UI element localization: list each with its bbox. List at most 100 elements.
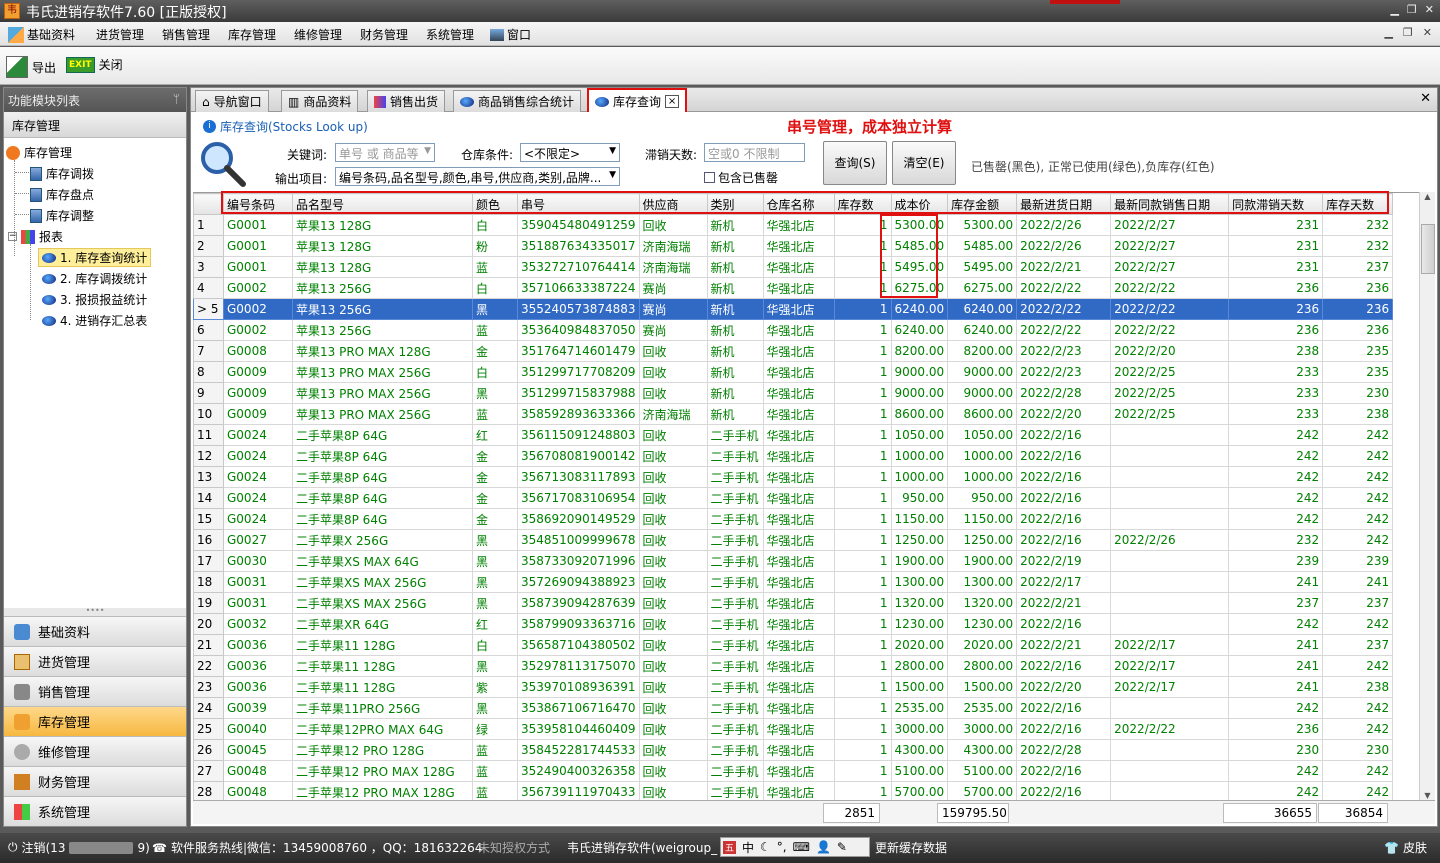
mdi-restore-button[interactable]: ❐ [1403, 26, 1413, 39]
scroll-thumb[interactable] [1421, 224, 1435, 274]
clear-button[interactable]: 清空(E) [892, 141, 956, 185]
query-button[interactable]: 查询(S) [823, 141, 887, 185]
ime-toolbar[interactable]: 五中 ☾ °, ⌨ 👤 ✎ [720, 837, 870, 857]
tree-item-stocktake[interactable]: 库存盘点 [30, 186, 94, 203]
menu-basic-data[interactable]: 基础资料 [8, 26, 75, 43]
menu-repair[interactable]: 维修管理 [294, 26, 342, 43]
table-row[interactable]: 1 G0001 苹果13 128G 白 359045480491259 回收 新机 华强北店 1… [193, 214, 1394, 236]
column-header[interactable]: 编号条码 [223, 193, 293, 215]
table-row[interactable]: 24 G0039 二手苹果11PRO 256G 黑 353867106716470 回收二… [193, 697, 1394, 719]
tab-navigation[interactable]: ⌂ 导航窗口 [195, 90, 269, 112]
menu-system[interactable]: 系统管理 [426, 26, 474, 43]
column-header[interactable]: 仓库名称 [762, 193, 835, 215]
table-row[interactable]: 11 G0024 二手苹果8P 64G 红 356115091248803 回收 二手手机华… [193, 424, 1394, 446]
table-row[interactable]: 21 G0036 二手苹果11 128G 白 356587104380502 回收 二手手机… [193, 634, 1394, 656]
column-header[interactable]: 类别 [706, 193, 764, 215]
table-row[interactable]: 13 G0024 二手苹果8P 64G 金 356713083117893 回收 二手手机华… [193, 466, 1394, 488]
skin-button[interactable]: 👕 皮肤 [1384, 839, 1427, 856]
tree-node-reports[interactable]: − 报表 [8, 228, 63, 245]
column-header[interactable]: 库存天数 [1322, 193, 1394, 215]
tab-stock-query[interactable]: 库存查询 × [587, 88, 688, 113]
menu-finance[interactable]: 财务管理 [360, 26, 408, 43]
tree-report-transfer[interactable]: 2. 库存调拨统计 [42, 270, 147, 287]
table-row[interactable]: 4 G0002 苹果13 256G 白 357106633387224 赛尚 新机 华强北店 1… [193, 277, 1394, 299]
tree-report-loss[interactable]: 3. 报损报益统计 [42, 291, 147, 308]
nav-sales[interactable]: 销售管理 [4, 676, 186, 706]
column-header[interactable]: 最新进货日期 [1016, 193, 1112, 215]
pin-icon[interactable]: ᛘ [173, 92, 180, 106]
nav-repair[interactable]: 维修管理 [4, 736, 186, 766]
logout-status[interactable]: ⏻ 注销(13 9) [8, 839, 150, 856]
column-header[interactable]: 最新同款销售日期 [1110, 193, 1230, 215]
table-row[interactable]: 2 G0001 苹果13 128G 粉 351887634335017 济南海瑞 新机 华强北… [193, 235, 1394, 257]
table-row[interactable]: 28 G0048 二手苹果12 PRO MAX 128G 蓝 3567391119704… [193, 781, 1394, 800]
table-cell: 1 [833, 634, 892, 656]
table-row[interactable]: 10 G0009 苹果13 PRO MAX 256G 蓝 358592893633366… [193, 403, 1394, 425]
table-row[interactable]: 9 G0009 苹果13 PRO MAX 256G 黑 351299715837988 回… [193, 382, 1394, 404]
table-row[interactable]: > 5 G0002 苹果13 256G 黑 355240573874883 赛尚 新机 华强北… [193, 298, 1394, 320]
table-row[interactable]: 7 G0008 苹果13 PRO MAX 128G 金 351764714601479 回… [193, 340, 1394, 362]
table-row[interactable]: 15 G0024 二手苹果8P 64G 金 358692090149529 回收 二手手机华… [193, 508, 1394, 530]
table-row[interactable]: 18 G0031 二手苹果XS MAX 256G 黑 357269094388923 回收… [193, 571, 1394, 593]
table-row[interactable]: 27 G0048 二手苹果12 PRO MAX 128G 蓝 3524904003263… [193, 760, 1394, 782]
column-header[interactable]: 库存数 [833, 193, 892, 215]
nav-finance[interactable]: 财务管理 [4, 766, 186, 796]
splitter-handle[interactable]: •••• [4, 607, 186, 616]
mdi-minimize-button[interactable]: ▁ [1384, 26, 1392, 39]
column-header[interactable]: 同款滞销天数 [1228, 193, 1324, 215]
close-button[interactable]: EXIT 关闭 [66, 56, 123, 73]
column-header[interactable]: 供应商 [638, 193, 708, 215]
tab-sales-out[interactable]: 销售出货 [367, 90, 446, 112]
restore-button[interactable]: ❐ [1407, 3, 1417, 16]
tree-report-stock-query[interactable]: 1. 库存查询统计 [38, 248, 152, 267]
nav-inventory[interactable]: 库存管理 [4, 706, 186, 736]
nav-system[interactable]: 系统管理 [4, 796, 186, 826]
column-header[interactable]: 成本价 [890, 193, 949, 215]
column-header[interactable]: 品名型号 [292, 193, 473, 215]
close-all-icon[interactable]: ✕ [1420, 91, 1431, 106]
minimize-button[interactable]: ▁ [1390, 3, 1398, 16]
tree-report-summary[interactable]: 4. 进销存汇总表 [42, 312, 147, 329]
checkbox-icon[interactable] [704, 172, 715, 183]
tree-item-transfer[interactable]: 库存调拨 [30, 165, 94, 182]
menu-window[interactable]: 窗口 [490, 26, 531, 43]
keyword-input[interactable]: 单号 或 商品等 ▼ [335, 143, 435, 162]
tab-product-info[interactable]: ▥ 商品资料 [281, 90, 359, 112]
vertical-scrollbar[interactable]: ▲ ▼ [1419, 192, 1435, 800]
menu-inventory[interactable]: 库存管理 [228, 26, 276, 43]
table-row[interactable]: 17 G0030 二手苹果XS MAX 64G 黑 358733092071996 回收二… [193, 550, 1394, 572]
menu-purchase[interactable]: 进货管理 [96, 26, 144, 43]
export-button[interactable]: 导出 [6, 56, 56, 78]
tree-root-inventory[interactable]: 库存管理 [6, 144, 72, 161]
nav-basic-data[interactable]: 基础资料 [4, 616, 186, 646]
warehouse-select[interactable]: <不限定> ▼ [520, 143, 620, 162]
column-header[interactable]: 颜色 [472, 193, 518, 215]
table-row[interactable]: 16 G0027 二手苹果X 256G 黑 354851009999678 回收 二手手机华… [193, 529, 1394, 551]
close-window-button[interactable]: ✕ [1425, 3, 1434, 16]
table-row[interactable]: 12 G0024 二手苹果8P 64G 金 356708081900142 回收 二手手机华… [193, 445, 1394, 467]
tab-sales-summary[interactable]: 商品销售综合统计 [453, 90, 582, 112]
column-header[interactable]: 串号 [517, 193, 640, 215]
tree-item-adjust[interactable]: 库存调整 [30, 207, 94, 224]
scroll-up-icon[interactable]: ▲ [1420, 192, 1435, 201]
mdi-close-button[interactable]: ✕ [1423, 26, 1432, 39]
menu-sales[interactable]: 销售管理 [162, 26, 210, 43]
table-row[interactable]: 6 G0002 苹果13 256G 蓝 353640984837050 赛尚 新机 华强北店 1… [193, 319, 1394, 341]
table-row[interactable]: 3 G0001 苹果13 128G 蓝 353272710764414 济南海瑞 新机 华强北… [193, 256, 1394, 278]
tab-close-icon[interactable]: × [665, 95, 680, 108]
table-row[interactable]: 19 G0031 二手苹果XS MAX 256G 黑 358739094287639 回收… [193, 592, 1394, 614]
scroll-down-icon[interactable]: ▼ [1420, 791, 1435, 800]
table-row[interactable]: 23 G0036 二手苹果11 128G 紫 353970108936391 回收 二手手机… [193, 676, 1394, 698]
table-row[interactable]: 20 G0032 二手苹果XR 64G 红 358799093363716 回收 二手手机华… [193, 613, 1394, 635]
output-items-select[interactable]: 编号条码,品名型号,颜色,串号,供应商,类别,品牌... ▼ [335, 167, 620, 186]
nav-purchase[interactable]: 进货管理 [4, 646, 186, 676]
include-sold-checkbox[interactable]: 包含已售罄 [704, 169, 778, 186]
table-row[interactable]: 8 G0009 苹果13 PRO MAX 256G 白 351299717708209 回… [193, 361, 1394, 383]
table-row[interactable]: 14 G0024 二手苹果8P 64G 金 356717083106954 回收 二手手机华… [193, 487, 1394, 509]
table-row[interactable]: 25 G0040 二手苹果12PRO MAX 64G 绿 353958104460409… [193, 718, 1394, 740]
collapse-icon[interactable]: − [8, 232, 17, 241]
table-row[interactable]: 22 G0036 二手苹果11 128G 黑 352978113175070 回收 二手手机… [193, 655, 1394, 677]
slow-days-input[interactable]: 空或0 不限制 [704, 143, 805, 162]
column-header[interactable]: 库存金额 [947, 193, 1018, 215]
table-row[interactable]: 26 G0045 二手苹果12 PRO 128G 蓝 358452281744533 回收… [193, 739, 1394, 761]
